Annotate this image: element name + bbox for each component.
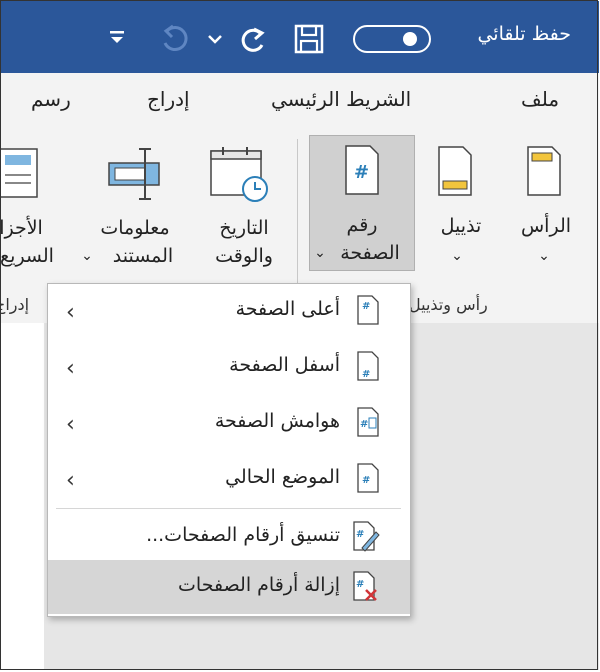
screenshot-border [0, 0, 598, 670]
